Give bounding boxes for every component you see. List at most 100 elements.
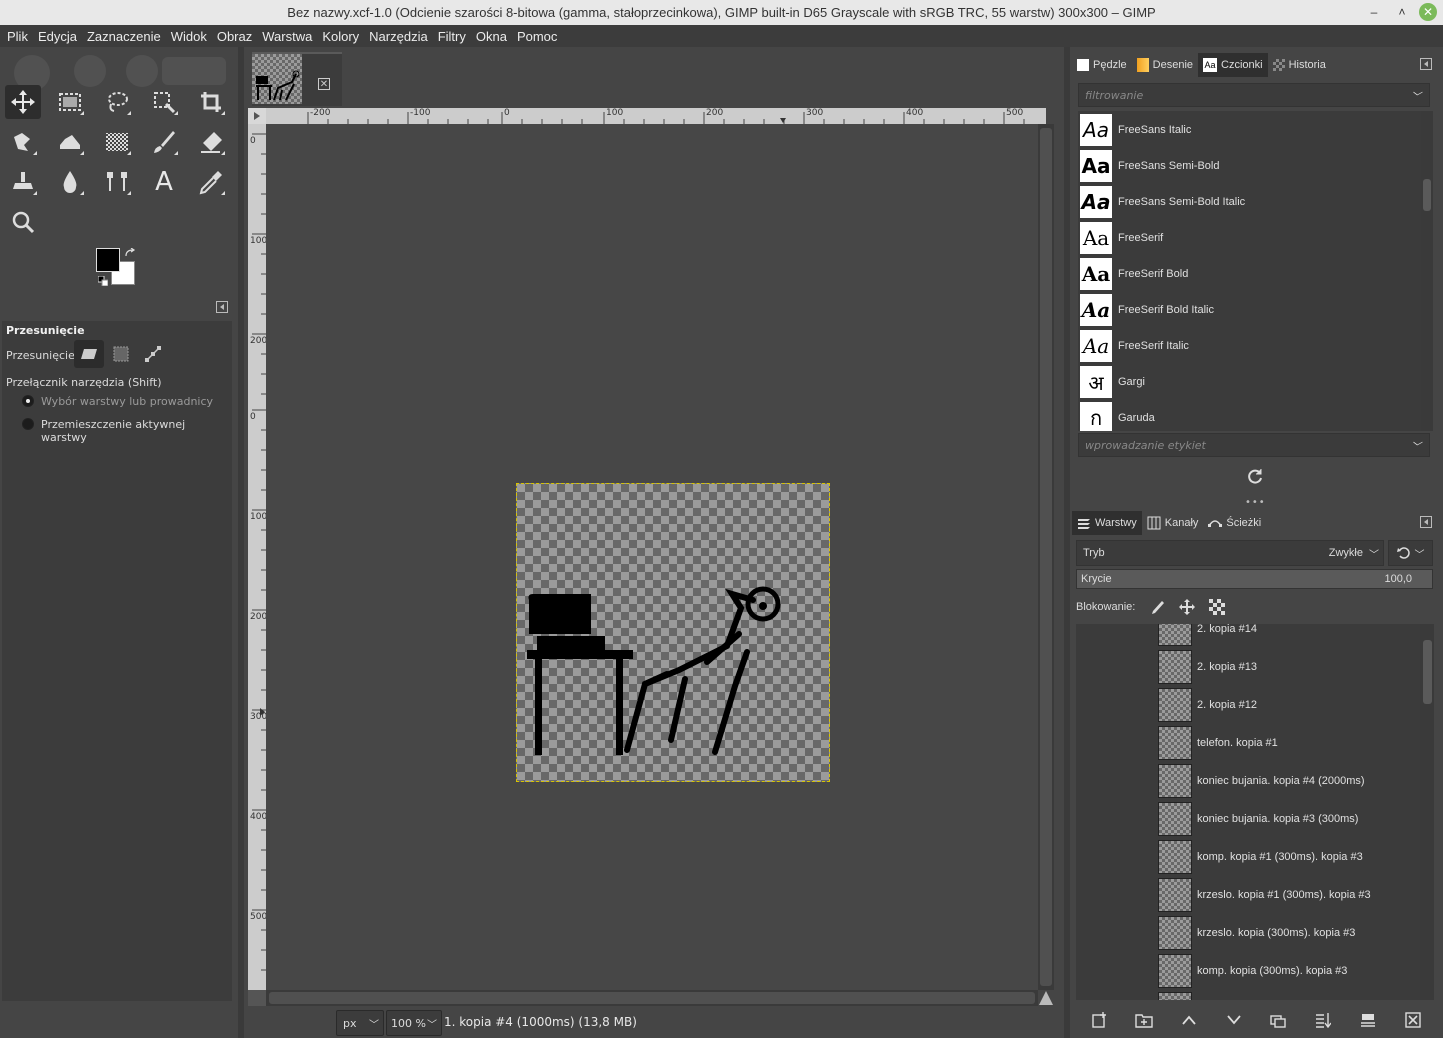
horizontal-ruler[interactable]: -200 -100 0 100 200 300 400 500 [266, 108, 1046, 124]
lock-position-icon[interactable] [1179, 599, 1196, 615]
refresh-fonts-button[interactable] [1246, 468, 1264, 486]
layer-opacity-slider[interactable]: Krycie 100,0 [1076, 569, 1433, 589]
text-tool-button[interactable]: A [146, 165, 182, 199]
paths-tool-button[interactable] [99, 165, 135, 199]
font-list-item[interactable]: Aa FreeSans Semi-Bold Italic [1080, 184, 1420, 220]
layer-row[interactable]: koniec bujania. kopia #4 (2000ms) [1076, 762, 1420, 800]
menu-select[interactable]: Zaznaczenie [82, 29, 166, 44]
zoom-tool-button[interactable] [5, 205, 41, 239]
merge-layer-button[interactable] [1312, 1009, 1334, 1031]
layer-row[interactable]: 2. kopia #14 [1076, 624, 1420, 648]
tab-layers[interactable]: Warstwy [1072, 511, 1142, 535]
swap-colors-icon[interactable] [124, 248, 136, 258]
font-list-item[interactable]: Aa FreeSerif Italic [1080, 328, 1420, 364]
foreground-color-swatch[interactable] [96, 248, 120, 272]
move-tool-button[interactable] [5, 85, 41, 119]
eraser-tool-button[interactable] [193, 125, 229, 159]
menu-layer[interactable]: Warstwa [257, 29, 317, 44]
layer-row[interactable]: krzeslo. kopia #1 (300ms). kopia #3 [1076, 876, 1420, 914]
ink-tool-button[interactable] [52, 165, 88, 199]
unit-selector[interactable]: px ﹀ [336, 1010, 384, 1036]
tab-fonts[interactable]: Aa Czcionki [1198, 53, 1268, 77]
vertical-scrollbar[interactable] [1038, 124, 1054, 990]
menu-image[interactable]: Obraz [212, 29, 257, 44]
move-layer-mode-button[interactable] [74, 340, 104, 368]
tab-paths[interactable]: Ścieżki [1203, 511, 1266, 535]
menu-view[interactable]: Widok [166, 29, 212, 44]
navigate-button[interactable] [1038, 990, 1054, 1006]
menu-colors[interactable]: Kolory [317, 29, 364, 44]
layer-list-scrollbar[interactable] [1420, 624, 1434, 1000]
delete-layer-button[interactable] [1402, 1009, 1424, 1031]
layer-row[interactable]: komp. kopia (300ms). kopia #3 [1076, 952, 1420, 990]
lock-alpha-icon[interactable] [1209, 599, 1226, 615]
font-filter-input[interactable]: filtrowanie ﹀ [1078, 83, 1430, 107]
image-canvas[interactable] [516, 483, 830, 782]
layer-composite-button[interactable]: ﹀ [1388, 540, 1433, 566]
layer-row[interactable] [1076, 990, 1420, 1000]
new-layer-group-button[interactable] [1133, 1009, 1155, 1031]
vertical-ruler[interactable]: 0 100 200 0 100 200 300 400 500 [248, 124, 267, 991]
tool-options-menu-button[interactable] [216, 301, 228, 313]
font-list-item[interactable]: Aa FreeSans Italic [1080, 112, 1420, 148]
font-list-item[interactable]: अ Gargi [1080, 364, 1420, 400]
layer-mode-select[interactable]: Tryb Zwykłe ﹀ [1076, 540, 1384, 566]
fonts-dock-menu-button[interactable] [1420, 58, 1432, 70]
lasso-tool-button[interactable] [99, 85, 135, 119]
default-colors-icon[interactable] [98, 276, 108, 286]
radio-pick-layer[interactable] [22, 395, 34, 407]
maximize-button[interactable]: ˄ [1391, 2, 1413, 22]
clone-tool-button[interactable] [5, 165, 41, 199]
font-list-item[interactable]: Aa FreeSerif Bold [1080, 256, 1420, 292]
minimize-button[interactable]: – [1363, 2, 1385, 22]
color-picker-tool-button[interactable] [193, 165, 229, 199]
tab-history[interactable]: Historia [1268, 53, 1331, 77]
dock-resize-handle[interactable]: ••• [1245, 497, 1266, 508]
move-path-mode-button[interactable] [138, 340, 168, 368]
fuzzy-select-tool-button[interactable] [146, 85, 182, 119]
font-list-item[interactable]: Aa FreeSerif [1080, 220, 1420, 256]
layers-dock-menu-button[interactable] [1420, 516, 1432, 528]
menu-help[interactable]: Pomoc [512, 29, 562, 44]
fg-bg-colors[interactable] [96, 248, 140, 288]
layer-row[interactable]: 2. kopia #12 [1076, 686, 1420, 724]
image-tab[interactable]: ✕ [252, 52, 342, 106]
anchor-layer-button[interactable] [1357, 1009, 1379, 1031]
layer-row[interactable]: koniec bujania. kopia #3 (300ms) [1076, 800, 1420, 838]
tab-patterns[interactable]: Desenie [1132, 53, 1198, 77]
paintbrush-tool-button[interactable] [146, 125, 182, 159]
canvas-area[interactable] [266, 124, 1038, 990]
move-selection-mode-button[interactable] [106, 340, 136, 368]
rect-select-tool-button[interactable] [52, 85, 88, 119]
font-list-scrollbar[interactable] [1421, 111, 1433, 431]
close-button[interactable]: ✕ [1419, 3, 1437, 21]
smudge-tool-button[interactable] [52, 125, 88, 159]
lock-pixels-icon[interactable] [1149, 599, 1165, 615]
lower-layer-button[interactable] [1223, 1009, 1245, 1031]
duplicate-layer-button[interactable] [1267, 1009, 1289, 1031]
font-list-item[interactable]: Aa FreeSans Semi-Bold [1080, 148, 1420, 184]
gradient-tool-button[interactable] [99, 125, 135, 159]
new-layer-button[interactable] [1088, 1009, 1110, 1031]
font-list-item[interactable]: ก Garuda [1080, 400, 1420, 431]
tab-brushes[interactable]: Pędzle [1072, 53, 1132, 77]
radio-move-active-layer[interactable] [22, 418, 34, 430]
menu-tools[interactable]: Narzędzia [364, 29, 433, 44]
menu-windows[interactable]: Okna [471, 29, 512, 44]
menu-file[interactable]: Plik [2, 29, 33, 44]
warp-tool-button[interactable] [5, 125, 41, 159]
horizontal-scrollbar[interactable] [266, 990, 1038, 1006]
ruler-corner[interactable] [248, 108, 266, 124]
raise-layer-button[interactable] [1178, 1009, 1200, 1031]
layer-row[interactable]: telefon. kopia #1 [1076, 724, 1420, 762]
font-tag-input[interactable]: wprowadzanie etykiet ﹀ [1078, 433, 1430, 457]
zoom-selector[interactable]: 100 % ﹀ [386, 1010, 442, 1036]
font-list-item[interactable]: Aa FreeSerif Bold Italic [1080, 292, 1420, 328]
layer-row[interactable]: 2. kopia #13 [1076, 648, 1420, 686]
layer-row[interactable]: krzeslo. kopia (300ms). kopia #3 [1076, 914, 1420, 952]
tab-channels[interactable]: Kanały [1142, 511, 1204, 535]
menu-filters[interactable]: Filtry [433, 29, 471, 44]
layer-row[interactable]: komp. kopia #1 (300ms). kopia #3 [1076, 838, 1420, 876]
close-image-tab-icon[interactable]: ✕ [318, 78, 330, 90]
menu-edit[interactable]: Edycja [33, 29, 82, 44]
